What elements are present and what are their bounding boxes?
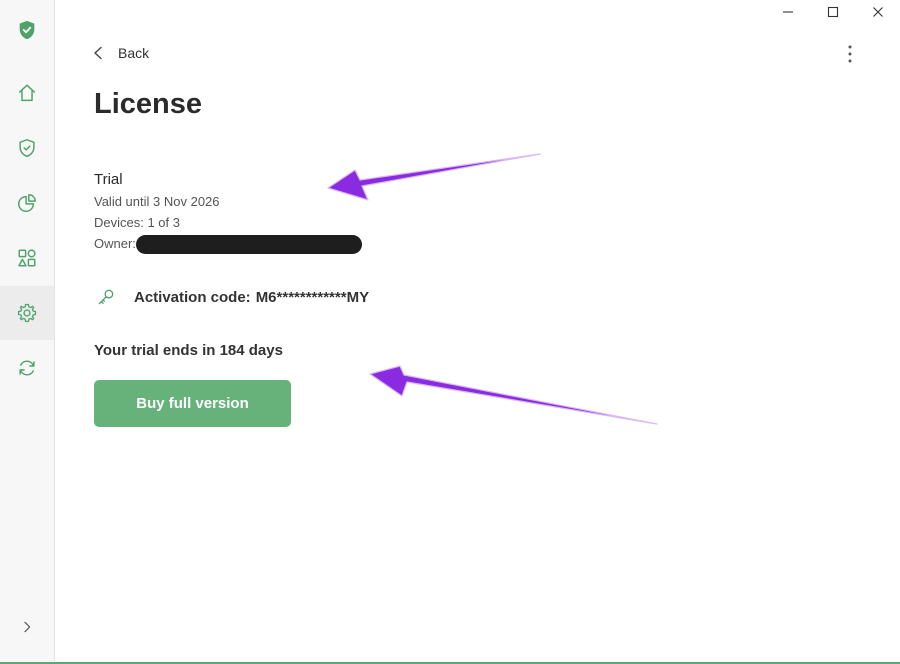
annotation-arrow-top [327,153,541,201]
minimize-button[interactable] [766,0,810,24]
owner-redaction [136,235,362,254]
sync-icon [19,360,35,376]
activation-code: M6************MY [255,288,370,306]
more-vertical-icon [848,45,852,63]
app-logo [0,3,54,57]
sidebar-item-statistics[interactable] [0,176,54,230]
annotation-arrow-bottom [369,365,658,425]
page-title: License [94,88,202,120]
sidebar-item-protection[interactable] [0,121,54,175]
license-valid-until: Valid until 3 Nov 2026 [94,194,220,209]
sidebar [0,0,55,662]
sidebar-item-settings[interactable] [0,286,54,340]
sidebar-expand-button[interactable] [0,600,54,654]
more-options-button[interactable] [838,42,862,66]
app-window: Back License Trial Valid until 3 Nov 202… [0,0,900,664]
back-label: Back [118,45,150,61]
shield-check-filled-icon [19,20,35,40]
sidebar-item-home[interactable] [0,66,54,120]
apps-icon [18,249,36,267]
maximize-icon [827,6,839,18]
minimize-icon [783,11,793,13]
activation-code-row: Activation code: M6************MY [96,286,369,308]
gear-icon [17,303,37,323]
close-icon [873,7,883,17]
key-icon [98,289,114,305]
sidebar-item-updates[interactable] [0,341,54,395]
trial-ends-text: Your trial ends in 184 days [94,342,283,359]
shield-icon [19,139,35,157]
sidebar-item-apps[interactable] [0,231,54,285]
activation-label: Activation code: [134,288,251,306]
chevron-right-icon [24,621,31,633]
back-button[interactable]: Back [92,42,149,64]
chevron-left-icon [94,46,102,60]
license-devices: Devices: 1 of 3 [94,215,180,230]
pie-chart-icon [18,194,36,212]
maximize-button[interactable] [811,0,855,24]
license-owner-label: Owner: [94,236,136,251]
license-plan: Trial [94,171,123,188]
home-icon [18,84,36,102]
close-button[interactable] [856,0,900,24]
buy-full-version-button[interactable]: Buy full version [94,380,291,427]
